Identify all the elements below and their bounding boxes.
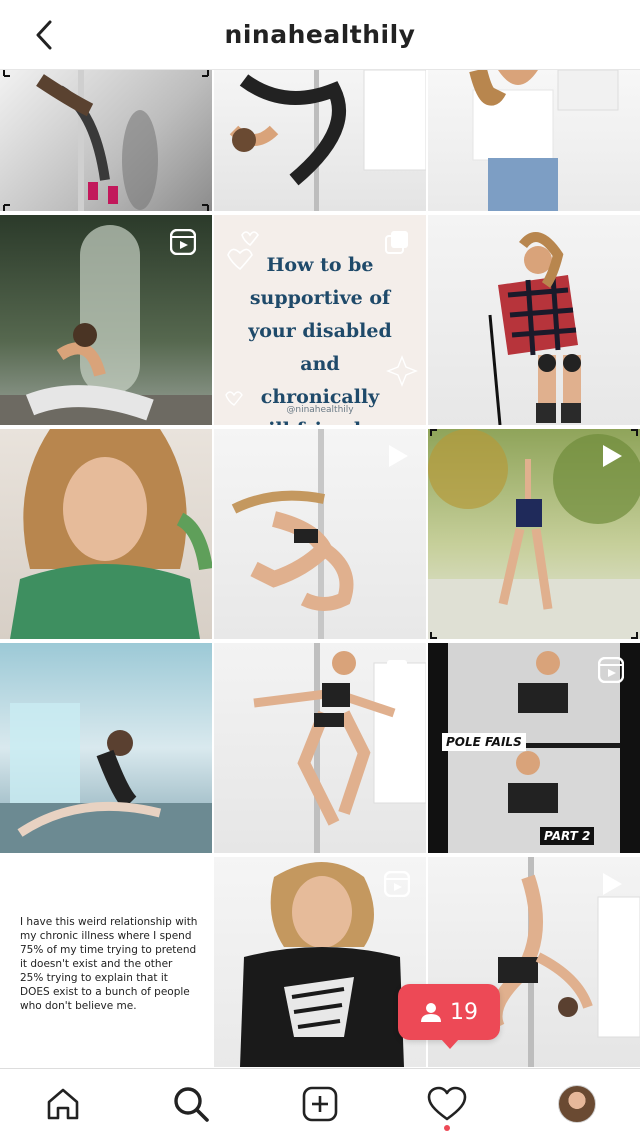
posts-grid: How to be supportive of your disabled an…	[0, 70, 640, 1068]
quote-handle: @ninahealthily	[286, 405, 354, 415]
post-tile[interactable]	[428, 215, 640, 425]
post-tile[interactable]	[214, 643, 426, 853]
nav-new-post-button[interactable]	[295, 1079, 345, 1129]
video-icon	[596, 441, 626, 471]
post-image	[3, 70, 209, 211]
carousel-icon	[382, 655, 412, 685]
avatar	[558, 1085, 596, 1123]
post-tile[interactable]	[428, 70, 640, 211]
reel-part-label: PART 2	[540, 827, 595, 845]
nav-activity-button[interactable]	[422, 1079, 472, 1129]
chevron-left-icon	[36, 20, 52, 50]
post-image	[469, 70, 619, 211]
post-tile[interactable]: How to be supportive of your disabled an…	[214, 215, 426, 425]
post-tile[interactable]: I have this weird relationship with my c…	[0, 857, 212, 1067]
search-icon	[174, 1087, 209, 1122]
activity-dot	[444, 1125, 450, 1131]
profile-username: ninahealthily	[224, 20, 416, 49]
post-tile[interactable]	[214, 429, 426, 639]
notification-count: 19	[450, 999, 478, 1025]
post-image	[488, 232, 581, 425]
quote-text: How to be supportive of your disabled an…	[248, 254, 392, 425]
post-image	[229, 70, 426, 211]
nav-profile-button[interactable]	[552, 1079, 602, 1129]
video-icon	[382, 441, 412, 471]
post-tile[interactable]	[0, 215, 212, 425]
add-post-icon	[302, 1086, 338, 1122]
follower-notification[interactable]: 19	[398, 984, 500, 1049]
heart-icon	[427, 1086, 467, 1121]
text-post: I have this weird relationship with my c…	[20, 916, 198, 1012]
video-icon	[596, 869, 626, 899]
back-button[interactable]	[28, 18, 60, 52]
post-tile[interactable]	[0, 429, 212, 639]
post-tile[interactable]	[0, 70, 212, 211]
nav-home-button[interactable]	[38, 1079, 88, 1129]
carousel-icon	[382, 227, 412, 257]
reel-icon	[382, 869, 412, 899]
reel-icon	[596, 655, 626, 685]
post-tile[interactable]	[0, 643, 212, 853]
post-tile[interactable]	[214, 70, 426, 211]
reel-title-label: POLE FAILS	[442, 733, 526, 751]
profile-header: ninahealthily	[0, 0, 640, 70]
reel-icon	[168, 227, 198, 257]
post-image	[10, 429, 212, 639]
post-image	[0, 703, 212, 853]
post-tile[interactable]: POLE FAILS PART 2	[428, 643, 640, 853]
home-icon	[47, 1088, 79, 1120]
post-tile[interactable]	[428, 429, 640, 639]
nav-search-button[interactable]	[166, 1079, 216, 1129]
post-tile[interactable]	[214, 857, 426, 1067]
person-icon	[421, 1003, 441, 1022]
bottom-nav	[0, 1068, 640, 1138]
